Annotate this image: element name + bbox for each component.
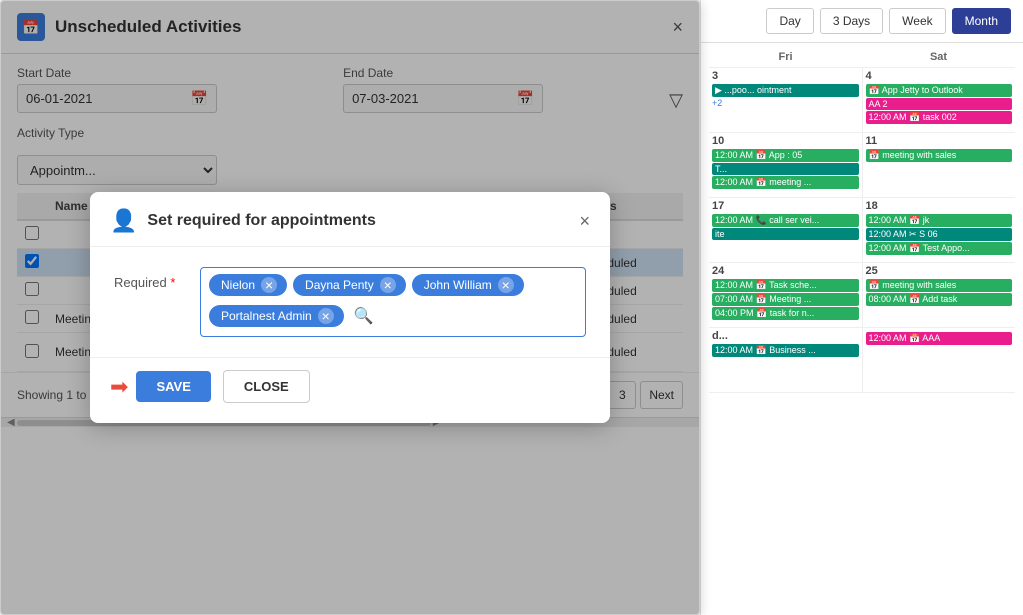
save-button[interactable]: SAVE xyxy=(136,371,210,402)
tag-nielon-label: Nielon xyxy=(221,278,255,292)
calendar-week-5: d... 12:00 AM 📅 Business ... 12:00 AM 📅 … xyxy=(709,328,1015,393)
required-star: * xyxy=(170,275,175,290)
calendar-week-1: 3 ▶ ...poo... ointment +2 4 📅 App Jetty … xyxy=(709,68,1015,133)
calendar-header: Day 3 Days Week Month xyxy=(701,0,1023,43)
arrow-icon: ➡ xyxy=(110,374,128,400)
three-days-view-btn[interactable]: 3 Days xyxy=(820,8,883,34)
inner-dialog-title: Set required for appointments xyxy=(147,212,375,230)
cal-cell-25[interactable]: 25 📅 meeting with sales 08:00 AM 📅 Add t… xyxy=(863,263,1016,327)
tag-portalnest-admin-remove[interactable]: × xyxy=(318,308,334,324)
cal-cell-3[interactable]: 3 ▶ ...poo... ointment +2 xyxy=(709,68,863,132)
person-icon: 👤 xyxy=(110,208,137,234)
sat-header: Sat xyxy=(862,47,1015,67)
tag-nielon: Nielon × xyxy=(209,274,287,296)
required-label-text: Required xyxy=(114,275,167,290)
calendar-week-3: 17 12:00 AM 📞 call ser vei... ite 18 12:… xyxy=(709,198,1015,263)
cal-cell-4[interactable]: 4 📅 App Jetty to Outlook AA 2 12:00 AM 📅… xyxy=(863,68,1016,132)
cal-cell-d[interactable]: d... 12:00 AM 📅 Business ... xyxy=(709,328,863,392)
tag-portalnest-admin-label: Portalnest Admin xyxy=(221,309,312,323)
required-row: Required * Nielon × Dayna Penty × xyxy=(114,267,586,337)
inner-dialog: 👤 Set required for appointments × Requir… xyxy=(90,192,610,423)
tag-dayna-penty-remove[interactable]: × xyxy=(380,277,396,293)
inner-dialog-close-button[interactable]: × xyxy=(579,211,590,232)
calendar-panel: Day 3 Days Week Month Fri Sat 3 ▶ ...poo… xyxy=(700,0,1023,615)
cal-cell-11[interactable]: 11 📅 meeting with sales xyxy=(863,133,1016,197)
tags-search-icon[interactable]: 🔍 xyxy=(350,302,378,330)
cal-cell-17[interactable]: 17 12:00 AM 📞 call ser vei... ite xyxy=(709,198,863,262)
fri-header: Fri xyxy=(709,47,862,67)
calendar-week-2: 10 12:00 AM 📅 App : 05 T... 12:00 AM 📅 m… xyxy=(709,133,1015,198)
cal-cell-10[interactable]: 10 12:00 AM 📅 App : 05 T... 12:00 AM 📅 m… xyxy=(709,133,863,197)
required-label: Required * xyxy=(114,267,184,290)
main-panel: 📅 Unscheduled Activities × Start Date 📅 … xyxy=(0,0,700,615)
inner-dialog-body: Required * Nielon × Dayna Penty × xyxy=(90,247,610,357)
month-view-btn[interactable]: Month xyxy=(952,8,1011,34)
tag-dayna-penty: Dayna Penty × xyxy=(293,274,406,296)
day-view-btn[interactable]: Day xyxy=(766,8,813,34)
inner-dialog-header: 👤 Set required for appointments × xyxy=(90,192,610,247)
tag-portalnest-admin: Portalnest Admin × xyxy=(209,305,344,327)
cal-cell-24[interactable]: 24 12:00 AM 📅 Task sche... 07:00 AM 📅 Me… xyxy=(709,263,863,327)
calendar-grid: Fri Sat 3 ▶ ...poo... ointment +2 4 📅 Ap… xyxy=(701,43,1023,397)
tag-john-william-remove[interactable]: × xyxy=(498,277,514,293)
dialog-overlay: 👤 Set required for appointments × Requir… xyxy=(1,1,699,614)
calendar-week-4: 24 12:00 AM 📅 Task sche... 07:00 AM 📅 Me… xyxy=(709,263,1015,328)
close-button[interactable]: CLOSE xyxy=(223,370,310,403)
tag-dayna-penty-label: Dayna Penty xyxy=(305,278,374,292)
tag-nielon-remove[interactable]: × xyxy=(261,277,277,293)
cal-cell-last[interactable]: 12:00 AM 📅 AAA xyxy=(863,328,1016,392)
tag-john-william: John William × xyxy=(412,274,524,296)
week-view-btn[interactable]: Week xyxy=(889,8,945,34)
tags-box[interactable]: Nielon × Dayna Penty × John William × xyxy=(200,267,586,337)
inner-dialog-title-wrap: 👤 Set required for appointments xyxy=(110,208,376,234)
calendar-day-headers: Fri Sat xyxy=(709,47,1015,68)
inner-dialog-footer: ➡ SAVE CLOSE xyxy=(90,357,610,423)
tag-john-william-label: John William xyxy=(424,278,492,292)
cal-cell-18[interactable]: 18 12:00 AM 📅 jk 12:00 AM ✂ S 06 12:00 A… xyxy=(863,198,1016,262)
